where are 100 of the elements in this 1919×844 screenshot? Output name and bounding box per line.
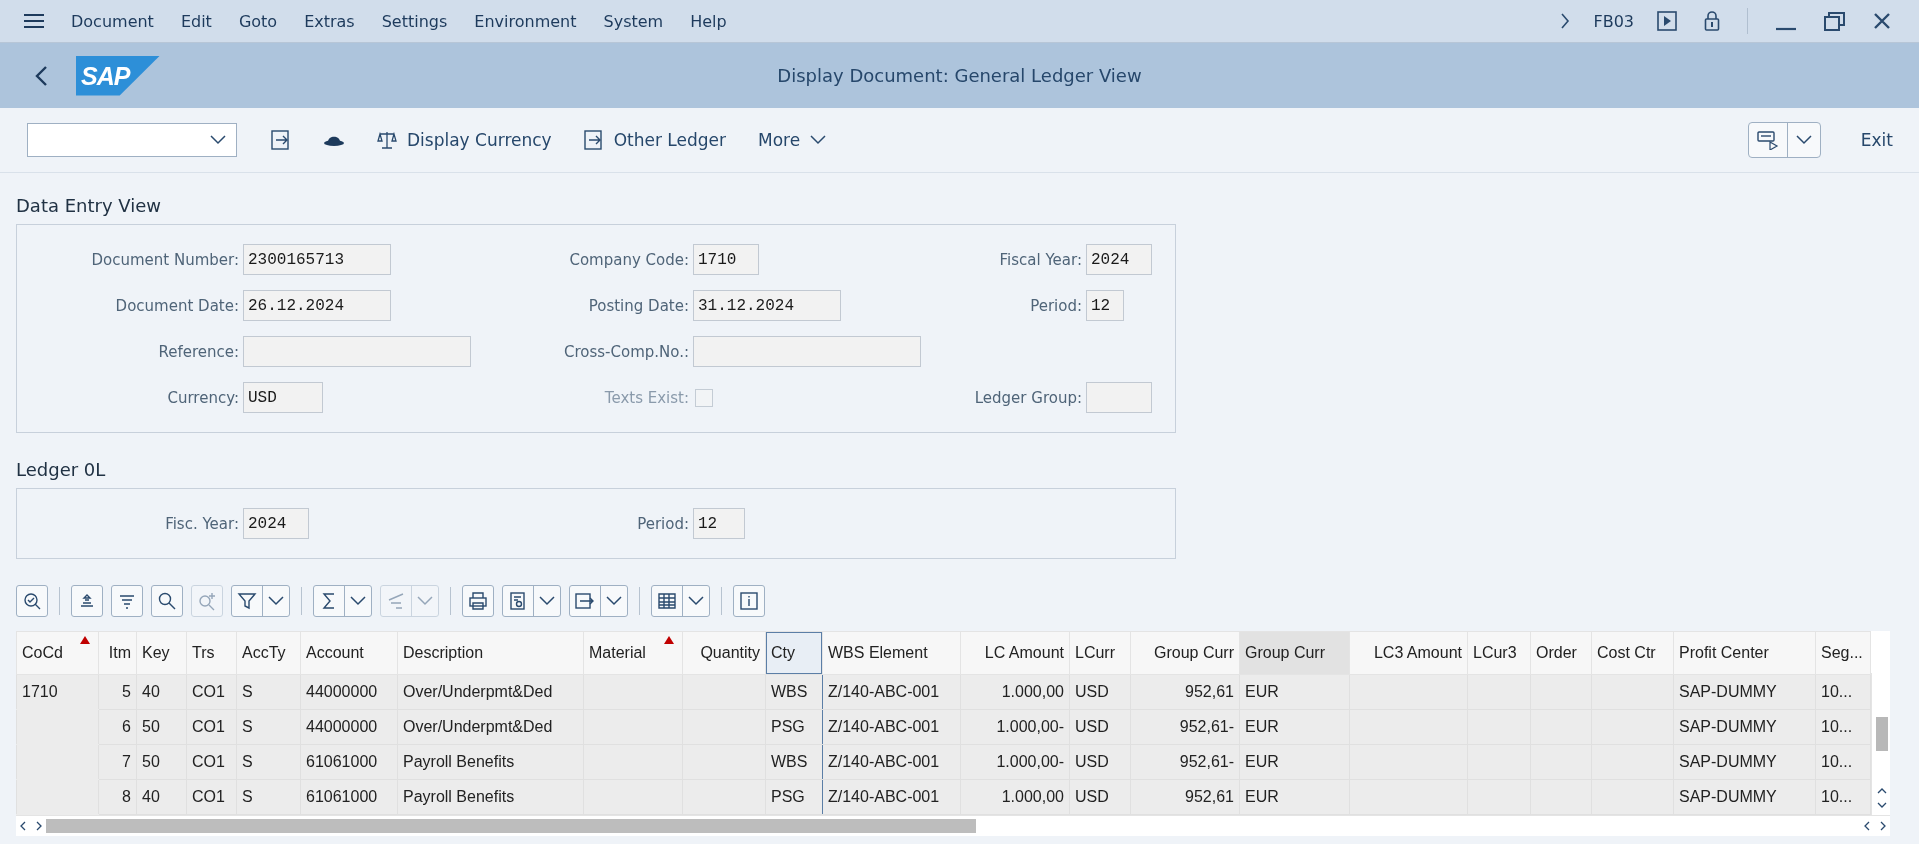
print-icon: [468, 591, 488, 611]
column-header[interactable]: Cty: [765, 631, 823, 675]
scale-icon: [377, 130, 397, 150]
table-cell: USD: [1069, 744, 1131, 780]
table-cell: CO1: [186, 709, 237, 745]
table-cell: Z/140-ABC-001: [822, 744, 961, 780]
menu-item[interactable]: Help: [690, 11, 727, 31]
menu-item[interactable]: Document: [71, 11, 154, 31]
column-header[interactable]: Group Curr: [1130, 631, 1240, 675]
table-cell: CO1: [186, 674, 237, 710]
column-header[interactable]: Profit Center: [1673, 631, 1816, 675]
field-label: Document Date:: [114, 296, 239, 315]
table-cell: WBS: [765, 674, 823, 710]
dropdown-field[interactable]: [27, 123, 237, 157]
column-header[interactable]: Group Curr: [1239, 631, 1350, 675]
input-field[interactable]: [1086, 382, 1152, 413]
table-cell: EUR: [1239, 674, 1350, 710]
table-cell: 40: [136, 674, 187, 710]
column-header[interactable]: Trs: [186, 631, 237, 675]
more-button[interactable]: More: [746, 124, 839, 156]
table-cell: Payroll Benefits: [397, 779, 584, 815]
sort-ascending-button[interactable]: [71, 585, 103, 617]
input-field[interactable]: 2300165713: [243, 244, 391, 275]
view-button[interactable]: [502, 585, 561, 617]
input-field[interactable]: 31.12.2024: [693, 290, 841, 321]
filter-button[interactable]: [231, 585, 290, 617]
table-cell: PSG: [765, 779, 823, 815]
details-button[interactable]: [16, 585, 48, 617]
menu-item[interactable]: Extras: [304, 11, 355, 31]
other-ledger-button[interactable]: Other Ledger: [571, 124, 738, 156]
subtotal-icon: [386, 591, 406, 611]
menu-item[interactable]: Goto: [238, 11, 278, 31]
table-cell: SAP-DUMMY: [1673, 779, 1816, 815]
play-icon[interactable]: [1657, 11, 1677, 31]
input-field[interactable]: 26.12.2024: [243, 290, 391, 321]
menu-item[interactable]: Environment: [474, 11, 577, 31]
table-cell: SAP-DUMMY: [1673, 674, 1816, 710]
table-cell: S: [236, 674, 301, 710]
scroll-thumb[interactable]: [1876, 717, 1888, 751]
screen-play-icon: [1756, 130, 1779, 150]
table-cell: 61061000: [300, 744, 398, 780]
table-cell: 40: [136, 779, 187, 815]
column-header[interactable]: Key: [136, 631, 187, 675]
table-cell: Over/Underpmt&Ded: [397, 674, 584, 710]
table-cell: WBS: [765, 744, 823, 780]
logo: SAP: [76, 55, 160, 96]
field-label: Fisc. Year:: [164, 514, 239, 533]
column-header[interactable]: Cost Ctr: [1591, 631, 1674, 675]
input-field[interactable]: 12: [693, 508, 745, 539]
exit-button[interactable]: Exit: [1848, 124, 1893, 156]
input-field[interactable]: 2024: [1086, 244, 1152, 275]
back-icon[interactable]: [34, 64, 48, 87]
input-field[interactable]: [693, 336, 921, 367]
sort-descending-button[interactable]: [111, 585, 143, 617]
column-header[interactable]: Account: [300, 631, 398, 675]
layout-button[interactable]: [651, 585, 710, 617]
lock-icon[interactable]: [1704, 10, 1720, 32]
input-field[interactable]: 1710: [693, 244, 759, 275]
column-header[interactable]: LCurr: [1069, 631, 1131, 675]
chevron-right-icon[interactable]: [1560, 13, 1571, 29]
menu-item[interactable]: System: [603, 11, 664, 31]
table-cell: PSG: [765, 709, 823, 745]
column-header[interactable]: LC Amount: [960, 631, 1070, 675]
column-header[interactable]: WBS Element: [822, 631, 961, 675]
input-field[interactable]: [243, 336, 471, 367]
field-label: Posting Date:: [587, 296, 689, 315]
section-title: Ledger 0L: [16, 459, 107, 480]
table-cell: 50: [136, 744, 187, 780]
marker-icon: [80, 636, 90, 644]
column-header[interactable]: AccTy: [236, 631, 301, 675]
column-header[interactable]: Order: [1530, 631, 1592, 675]
table-cell: 1.000,00: [960, 779, 1070, 815]
column-header[interactable]: LCur3: [1467, 631, 1531, 675]
horizontal-scrollbar[interactable]: [16, 815, 1890, 836]
settings-split-button[interactable]: [1747, 122, 1821, 158]
input-field[interactable]: 2024: [243, 508, 309, 539]
export-button[interactable]: [569, 585, 628, 617]
table-cell: EUR: [1239, 709, 1350, 745]
vertical-scrollbar[interactable]: [1871, 673, 1890, 815]
column-header[interactable]: LC3 Amount: [1349, 631, 1468, 675]
menu-item[interactable]: Edit: [180, 11, 212, 31]
input-field[interactable]: USD: [243, 382, 323, 413]
sum-button[interactable]: [313, 585, 372, 617]
menu-item[interactable]: Settings: [381, 11, 448, 31]
column-header[interactable]: Material: [583, 631, 683, 675]
column-header[interactable]: Description: [397, 631, 584, 675]
info-button[interactable]: [733, 585, 765, 617]
restore-icon[interactable]: [1824, 11, 1846, 31]
column-header[interactable]: CoCd: [16, 631, 99, 675]
table-cell: 1.000,00-: [960, 744, 1070, 780]
print-button[interactable]: [462, 585, 494, 617]
table-cell: 952,61-: [1130, 709, 1240, 745]
column-header[interactable]: Quantity: [682, 631, 766, 675]
find-button[interactable]: [151, 585, 183, 617]
close-icon[interactable]: [1873, 12, 1891, 30]
column-header[interactable]: Seg...: [1815, 631, 1871, 675]
column-header[interactable]: Itm: [98, 631, 137, 675]
input-field[interactable]: 12: [1086, 290, 1124, 321]
menu-icon[interactable]: [24, 13, 44, 29]
display-currency-button[interactable]: Display Currency: [365, 124, 564, 156]
